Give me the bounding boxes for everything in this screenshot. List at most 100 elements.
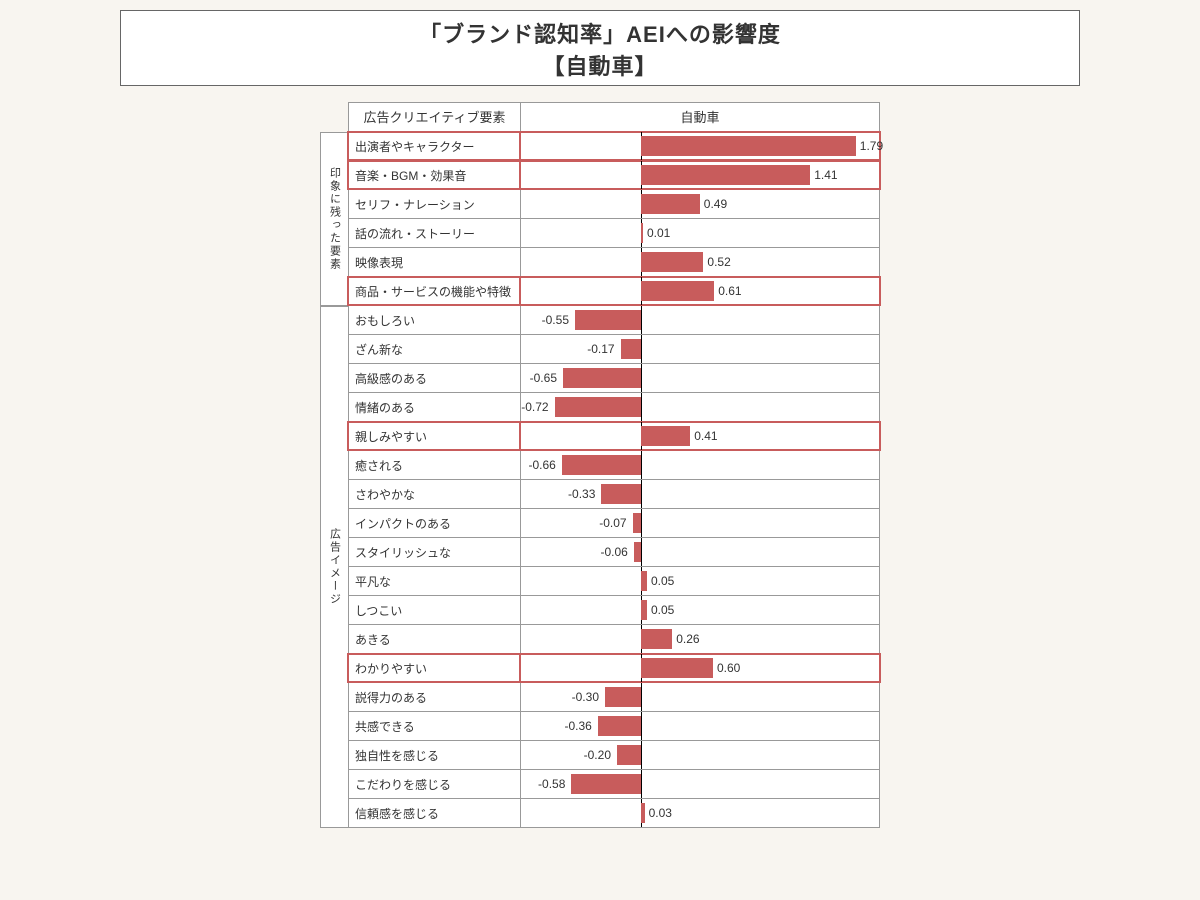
chart-row: 映像表現0.52 <box>348 248 880 277</box>
row-label: さわやかな <box>348 480 520 508</box>
chart: 広告クリエイティブ要素 自動車 印象に残った要素 出演者やキャラクター1.79音… <box>320 102 880 828</box>
zero-axis <box>641 741 642 769</box>
bar-value: -0.06 <box>600 538 627 566</box>
group-2: 広告イメージ おもしろい-0.55ざん新な-0.17高級感のある-0.65情緒の… <box>320 306 880 828</box>
zero-axis <box>641 451 642 479</box>
zero-axis <box>641 509 642 537</box>
row-plot: 1.79 <box>520 132 880 160</box>
bar <box>562 455 641 475</box>
header-left: 広告クリエイティブ要素 <box>348 102 520 132</box>
bar <box>641 281 714 301</box>
row-plot: 0.49 <box>520 190 880 218</box>
bar <box>605 687 641 707</box>
row-label: 情緒のある <box>348 393 520 421</box>
bar <box>617 745 641 765</box>
bar-value: -0.17 <box>587 335 614 363</box>
chart-title-line2: 【自動車】 <box>121 49 1079 81</box>
bar <box>641 223 643 243</box>
row-label: ざん新な <box>348 335 520 363</box>
chart-row: 音楽・BGM・効果音1.41 <box>348 161 880 190</box>
group-1: 印象に残った要素 出演者やキャラクター1.79音楽・BGM・効果音1.41セリフ… <box>320 132 880 306</box>
row-label: 平凡な <box>348 567 520 595</box>
bar-value: -0.58 <box>538 770 565 798</box>
chart-header-row: 広告クリエイティブ要素 自動車 <box>320 102 880 132</box>
bar <box>641 658 713 678</box>
header-right: 自動車 <box>520 102 880 132</box>
zero-axis <box>641 712 642 740</box>
chart-row: 商品・サービスの機能や特徴0.61 <box>348 277 880 306</box>
row-plot: 1.41 <box>520 161 880 189</box>
row-label: 商品・サービスの機能や特徴 <box>348 277 520 305</box>
row-plot: 0.01 <box>520 219 880 247</box>
bar-value: -0.66 <box>528 451 555 479</box>
group-2-label: 広告イメージ <box>320 306 348 828</box>
bar-value: -0.72 <box>521 393 548 421</box>
bar-value: 0.01 <box>647 219 670 247</box>
chart-row: 高級感のある -0.65 <box>348 364 880 393</box>
row-plot: -0.36 <box>520 712 880 740</box>
bar-value: -0.07 <box>599 509 626 537</box>
bar <box>641 136 856 156</box>
chart-row: あきる 0.26 <box>348 625 880 654</box>
bar <box>601 484 641 504</box>
bar-value: 0.60 <box>717 654 740 682</box>
zero-axis <box>641 393 642 421</box>
chart-row: ざん新な -0.17 <box>348 335 880 364</box>
bar <box>641 629 672 649</box>
bar-value: 0.03 <box>649 799 672 827</box>
bar <box>641 165 810 185</box>
row-label: 親しみやすい <box>348 422 520 450</box>
bar <box>563 368 641 388</box>
chart-row: 共感できる-0.36 <box>348 712 880 741</box>
chart-row: 情緒のある-0.72 <box>348 393 880 422</box>
bar-value: -0.20 <box>584 741 611 769</box>
row-plot: 0.05 <box>520 596 880 624</box>
chart-row: さわやかな -0.33 <box>348 480 880 509</box>
bar <box>641 803 645 823</box>
group-2-rows: おもしろい-0.55ざん新な-0.17高級感のある-0.65情緒のある-0.72… <box>348 306 880 828</box>
bar <box>633 513 641 533</box>
row-plot: -0.66 <box>520 451 880 479</box>
chart-row: わかりやすい0.60 <box>348 654 880 683</box>
row-label: 映像表現 <box>348 248 520 276</box>
row-plot: -0.20 <box>520 741 880 769</box>
chart-row: 説得力のある -0.30 <box>348 683 880 712</box>
bar-value: -0.36 <box>564 712 591 740</box>
row-label: 独自性を感じる <box>348 741 520 769</box>
row-label: 説得力のある <box>348 683 520 711</box>
bar <box>641 252 703 272</box>
row-label: 高級感のある <box>348 364 520 392</box>
bar-value: -0.30 <box>572 683 599 711</box>
row-label: 信頼感を感じる <box>348 799 520 827</box>
zero-axis <box>641 683 642 711</box>
zero-axis <box>641 335 642 363</box>
row-label: しつこい <box>348 596 520 624</box>
bar-value: 0.26 <box>676 625 699 653</box>
page: 「ブランド認知率」AEIへの影響度 【自動車】 広告クリエイティブ要素 自動車 … <box>0 0 1200 900</box>
bar-value: -0.65 <box>530 364 557 392</box>
row-plot: -0.58 <box>520 770 880 798</box>
row-label: 癒される <box>348 451 520 479</box>
bar <box>641 571 647 591</box>
row-label: 音楽・BGM・効果音 <box>348 161 520 189</box>
row-plot: 0.41 <box>520 422 880 450</box>
bar-value: -0.33 <box>568 480 595 508</box>
bar <box>641 600 647 620</box>
row-label: インパクトのある <box>348 509 520 537</box>
row-plot: -0.65 <box>520 364 880 392</box>
row-label: 話の流れ・ストーリー <box>348 219 520 247</box>
row-label: セリフ・ナレーション <box>348 190 520 218</box>
row-label: こだわりを感じる <box>348 770 520 798</box>
bar <box>621 339 641 359</box>
chart-row: 独自性を感じる -0.20 <box>348 741 880 770</box>
chart-row: しつこい0.05 <box>348 596 880 625</box>
row-plot: -0.55 <box>520 306 880 334</box>
chart-row: 出演者やキャラクター1.79 <box>348 132 880 161</box>
row-plot: -0.07 <box>520 509 880 537</box>
bar <box>634 542 641 562</box>
chart-row: インパクトのある -0.07 <box>348 509 880 538</box>
row-label: あきる <box>348 625 520 653</box>
zero-axis <box>641 364 642 392</box>
bar <box>575 310 641 330</box>
row-plot: 0.03 <box>520 799 880 827</box>
